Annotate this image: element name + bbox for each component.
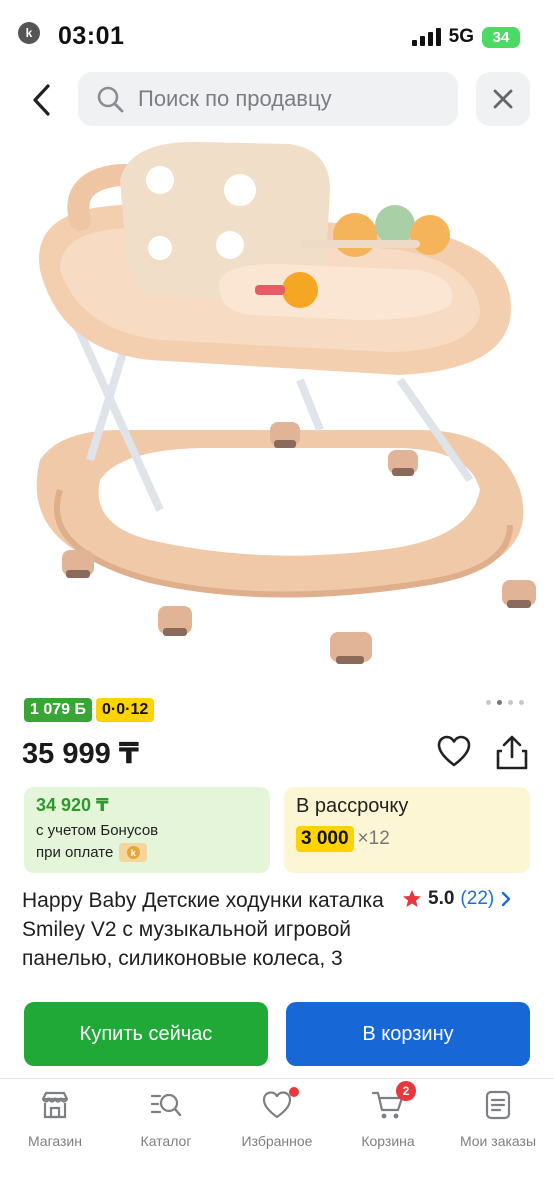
bonus-badge: 1 079 Б bbox=[24, 698, 92, 722]
pagination-dot bbox=[508, 700, 513, 705]
share-icon bbox=[496, 735, 528, 770]
search-icon bbox=[97, 86, 124, 113]
store-icon bbox=[41, 1091, 69, 1119]
heart-icon bbox=[262, 1091, 292, 1119]
nav-label-cart: Корзина bbox=[361, 1133, 415, 1149]
product-price: 35 999 ₸ bbox=[22, 738, 139, 770]
rating-count: (22) bbox=[460, 888, 495, 909]
nav-item-favorites[interactable]: Избранное bbox=[222, 1087, 332, 1149]
nav-label-orders: Мои заказы bbox=[459, 1133, 537, 1149]
status-bar: k 03:01 5G 34 bbox=[0, 0, 554, 72]
nav-item-catalog[interactable]: Каталог bbox=[111, 1087, 221, 1149]
star-icon bbox=[403, 890, 421, 907]
bottom-navigation: Магазин Каталог Избранное 2 Корзина Мои … bbox=[0, 1078, 554, 1200]
buy-now-button[interactable]: Купить сейчас bbox=[24, 1002, 268, 1066]
favorites-notification-dot bbox=[289, 1087, 299, 1097]
kaspi-logo-icon: k bbox=[119, 843, 148, 862]
bonus-payment-note: при оплате bbox=[36, 844, 114, 861]
bonus-price-value: 34 920 ₸ bbox=[36, 795, 109, 815]
share-button[interactable] bbox=[494, 734, 530, 772]
rating-link[interactable]: 5.0 (22) bbox=[402, 888, 512, 910]
close-search-button[interactable] bbox=[476, 72, 530, 126]
installment-months: ×12 bbox=[357, 828, 390, 849]
nav-item-orders[interactable]: Мои заказы bbox=[443, 1087, 553, 1149]
network-type: 5G bbox=[448, 26, 474, 47]
rating-score: 5.0 bbox=[428, 888, 455, 909]
nav-label-store: Магазин bbox=[27, 1133, 82, 1149]
search-placeholder: Поиск по продавцу bbox=[138, 86, 332, 111]
chevron-right-icon bbox=[502, 891, 511, 907]
installment-title: В рассрочку bbox=[296, 795, 409, 817]
kaspi-app-icon: k bbox=[18, 22, 40, 44]
installment-badge: 0·0·12 bbox=[95, 698, 155, 722]
catalog-search-icon bbox=[150, 1093, 182, 1117]
nav-item-store[interactable]: Магазин bbox=[0, 1087, 110, 1149]
bonus-price-note: с учетом Бонусов bbox=[36, 822, 159, 839]
installment-amount: 3 000 bbox=[296, 826, 354, 852]
baby-walker-image bbox=[36, 141, 536, 664]
nav-label-favorites: Избранное bbox=[241, 1133, 313, 1149]
pagination-dot-active bbox=[497, 700, 502, 705]
bonus-price-card[interactable]: 34 920 ₸ с учетом Бонусов при оплате k bbox=[24, 787, 270, 873]
close-icon bbox=[493, 89, 513, 109]
heart-icon bbox=[437, 735, 471, 767]
cart-count-badge: 2 bbox=[396, 1081, 416, 1101]
chevron-left-icon bbox=[33, 84, 50, 116]
orders-icon bbox=[485, 1090, 511, 1120]
seller-search-input[interactable]: Поиск по продавцу bbox=[78, 72, 458, 126]
image-pagination bbox=[486, 700, 524, 705]
battery-icon: 34 bbox=[482, 26, 520, 48]
product-image[interactable] bbox=[0, 130, 554, 690]
product-title: Happy Baby Детские ходунки каталка Smile… bbox=[22, 889, 384, 970]
signal-icon bbox=[411, 28, 441, 46]
back-button[interactable] bbox=[22, 78, 62, 122]
add-to-cart-button[interactable]: В корзину bbox=[286, 1002, 530, 1066]
search-header: Поиск по продавцу bbox=[0, 72, 554, 128]
status-time: 03:01 bbox=[58, 22, 125, 50]
installment-card[interactable]: В рассрочку 3 000 ×12 bbox=[284, 787, 530, 873]
pagination-dot bbox=[486, 700, 491, 705]
nav-item-cart[interactable]: 2 Корзина bbox=[333, 1081, 443, 1149]
product-title-area: Happy Baby Детские ходунки каталка Smile… bbox=[22, 886, 392, 988]
nav-label-catalog: Каталог bbox=[140, 1133, 192, 1149]
battery-level: 34 bbox=[492, 28, 510, 46]
pagination-dot bbox=[519, 700, 524, 705]
product-badges: 1 079 Б 0·0·12 bbox=[24, 698, 155, 722]
favorite-button[interactable] bbox=[436, 734, 472, 770]
